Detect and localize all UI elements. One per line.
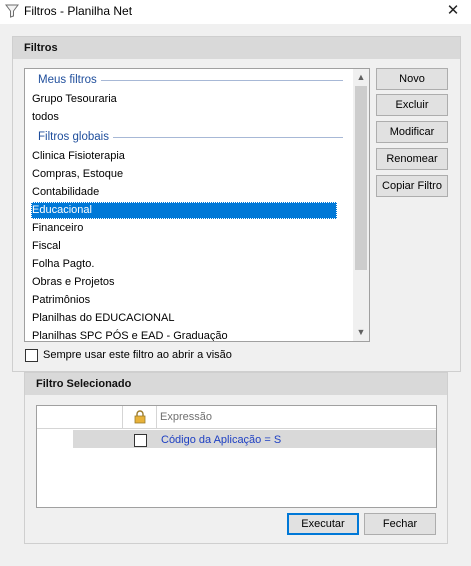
filter-list-item[interactable]: Fiscal	[31, 238, 337, 255]
filter-group-label: Meus filtros	[38, 74, 97, 86]
filter-funnel-icon	[5, 4, 19, 18]
close-icon[interactable]: ✕	[435, 0, 471, 24]
executar-button[interactable]: Executar	[287, 513, 359, 535]
filter-list-item[interactable]: Educacional	[31, 202, 337, 219]
fechar-button[interactable]: Fechar	[364, 513, 436, 535]
filter-list-item[interactable]: Planilhas do EDUCACIONAL	[31, 310, 337, 327]
filter-group-label: Filtros globais	[38, 131, 109, 143]
filter-list-item[interactable]: Clinica Fisioterapia	[31, 148, 337, 165]
filter-group-header: Filtros globais	[25, 128, 353, 146]
filter-group-divider	[113, 137, 343, 138]
grid-header: Expressão	[37, 406, 436, 429]
copiar-filtro-button[interactable]: Copiar Filtro	[376, 175, 448, 197]
row-checkbox[interactable]	[134, 434, 147, 447]
filter-group-divider	[101, 80, 343, 81]
filter-list-item[interactable]: Contabilidade	[31, 184, 337, 201]
renomear-button[interactable]: Renomear	[376, 148, 448, 170]
scroll-up-icon[interactable]: ▲	[353, 69, 369, 86]
filter-list-item[interactable]: Financeiro	[31, 220, 337, 237]
filter-list[interactable]: Meus filtros Grupo Tesouraria todos Filtros…	[24, 68, 370, 342]
filter-list-item[interactable]: Planilhas SPC PÓS e EAD - Graduação	[31, 328, 337, 341]
novo-button[interactable]: Novo	[376, 68, 448, 90]
modificar-button[interactable]: Modificar	[376, 121, 448, 143]
filter-list-content: Meus filtros Grupo Tesouraria todos Filtros…	[25, 69, 353, 341]
title-bar: Filtros - Planilha Net ✕	[0, 0, 471, 24]
filter-list-item[interactable]: Folha Pagto.	[31, 256, 337, 273]
excluir-button[interactable]: Excluir	[376, 94, 448, 116]
grid-header-indicator	[37, 406, 123, 428]
grid-header-lock	[123, 406, 157, 428]
expression-cell[interactable]: Código da Aplicação = S	[161, 434, 281, 446]
expression-column-header: Expressão	[160, 411, 212, 423]
filter-list-scrollbar[interactable]: ▲ ▼	[353, 69, 369, 341]
scrollbar-thumb[interactable]	[355, 86, 367, 270]
always-use-label: Sempre usar este filtro ao abrir a visão	[43, 349, 232, 361]
filter-group-header: Meus filtros	[25, 71, 353, 89]
scroll-down-icon[interactable]: ▼	[353, 324, 369, 341]
window-title: Filtros - Planilha Net	[24, 4, 133, 18]
selected-filter-header: Filtro Selecionado	[25, 373, 447, 395]
lock-icon	[134, 410, 146, 424]
filter-list-item[interactable]: Grupo Tesouraria	[31, 91, 337, 108]
always-use-checkbox[interactable]	[25, 349, 38, 362]
expression-grid[interactable]: Expressão Código da Aplicação = S	[36, 405, 437, 508]
filter-list-item[interactable]: todos	[31, 109, 337, 126]
filters-group-header: Filtros	[13, 37, 460, 59]
filter-list-item[interactable]: Compras, Estoque	[31, 166, 337, 183]
filter-list-item[interactable]: Patrimônios	[31, 292, 337, 309]
filter-list-item[interactable]: Obras e Projetos	[31, 274, 337, 291]
